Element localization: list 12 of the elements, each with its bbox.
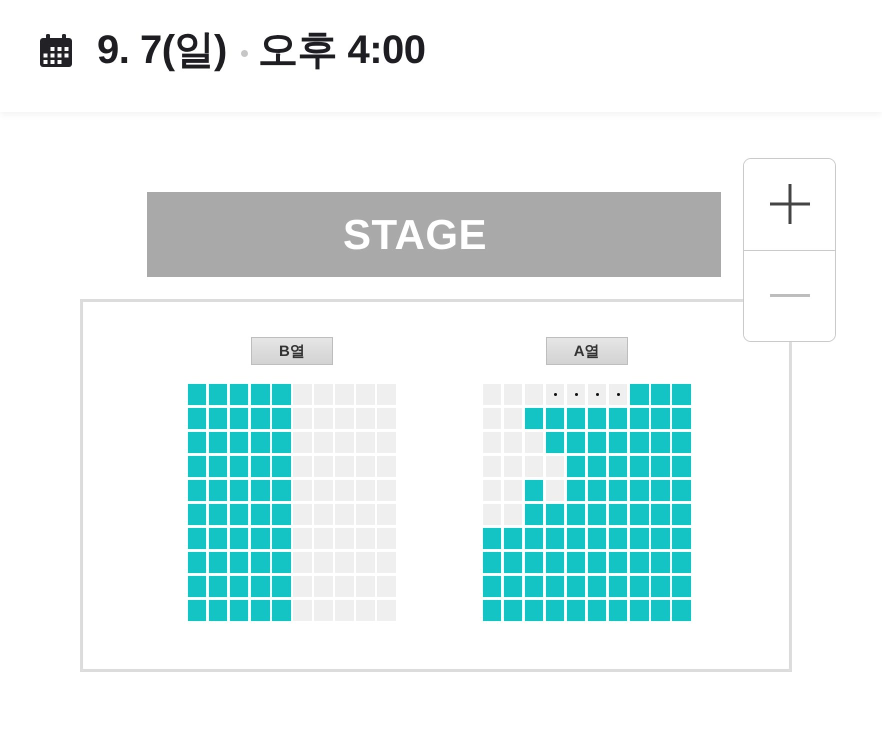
separator-dot-icon	[240, 50, 248, 56]
stage-banner: STAGE	[147, 192, 721, 277]
minus-icon	[770, 294, 810, 298]
date-text: 9. 7(일)	[97, 27, 227, 74]
plus-icon	[770, 184, 810, 224]
seat[interactable]	[567, 384, 586, 405]
row-label: A열	[546, 337, 628, 365]
time-text: 오후 4:00	[258, 27, 426, 74]
seat[interactable]	[588, 384, 606, 405]
seat[interactable]	[609, 384, 628, 405]
row-label: B열	[250, 337, 333, 365]
calendar-icon	[40, 34, 72, 66]
